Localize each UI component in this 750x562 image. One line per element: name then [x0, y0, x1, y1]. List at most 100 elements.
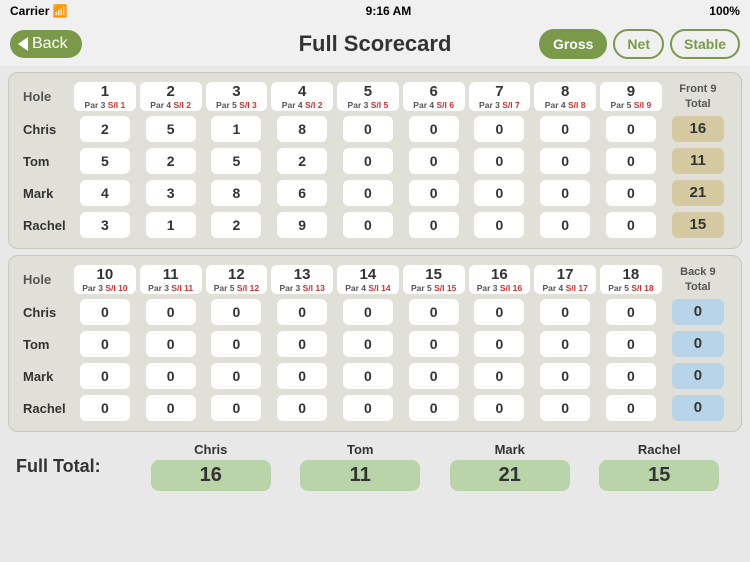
- score-cell[interactable]: 5: [73, 146, 137, 176]
- stable-button[interactable]: Stable: [670, 29, 740, 59]
- score-cell[interactable]: 0: [402, 361, 466, 391]
- score-cell[interactable]: 5: [205, 146, 269, 176]
- score-cell[interactable]: 0: [73, 329, 137, 359]
- score-cell[interactable]: 2: [270, 146, 334, 176]
- player-name: Tom: [19, 329, 71, 359]
- score-cell[interactable]: 0: [402, 297, 466, 327]
- score-cell[interactable]: 0: [336, 361, 400, 391]
- score-cell[interactable]: 0: [599, 297, 663, 327]
- score-cell[interactable]: 2: [205, 210, 269, 240]
- score-cell[interactable]: 2: [139, 146, 203, 176]
- score-cell[interactable]: 0: [139, 393, 203, 423]
- score-cell[interactable]: 0: [336, 146, 400, 176]
- total-cell: 16: [665, 114, 731, 144]
- player-name: Mark: [19, 361, 71, 391]
- score-cell[interactable]: 0: [336, 114, 400, 144]
- score-cell[interactable]: 0: [270, 393, 334, 423]
- score-cell[interactable]: 0: [533, 361, 597, 391]
- score-cell[interactable]: 0: [205, 297, 269, 327]
- score-cell[interactable]: 0: [599, 178, 663, 208]
- score-cell[interactable]: 0: [336, 393, 400, 423]
- score-cell[interactable]: 0: [270, 297, 334, 327]
- score-cell[interactable]: 0: [139, 297, 203, 327]
- score-cell[interactable]: 0: [533, 393, 597, 423]
- player-name: Chris: [19, 114, 71, 144]
- player-name: Chris: [19, 297, 71, 327]
- score-cell[interactable]: 0: [205, 393, 269, 423]
- score-cell[interactable]: 0: [533, 178, 597, 208]
- full-total-value: 15: [599, 460, 719, 491]
- score-cell[interactable]: 1: [205, 114, 269, 144]
- score-cell[interactable]: 0: [599, 361, 663, 391]
- hole-17-header: 17Par 4 S/I 17: [533, 264, 597, 295]
- total-cell: 21: [665, 178, 731, 208]
- score-cell[interactable]: 0: [336, 297, 400, 327]
- score-cell[interactable]: 0: [468, 361, 532, 391]
- score-cell[interactable]: 0: [139, 361, 203, 391]
- score-cell[interactable]: 0: [139, 329, 203, 359]
- score-cell[interactable]: 0: [402, 329, 466, 359]
- full-total-player: Rachel15: [599, 442, 719, 491]
- score-cell[interactable]: 1: [139, 210, 203, 240]
- score-cell[interactable]: 0: [270, 361, 334, 391]
- score-cell[interactable]: 0: [468, 393, 532, 423]
- back-label: Back: [32, 35, 68, 53]
- score-cell[interactable]: 0: [468, 329, 532, 359]
- score-cell[interactable]: 0: [402, 146, 466, 176]
- score-cell[interactable]: 0: [533, 329, 597, 359]
- score-cell[interactable]: 0: [402, 210, 466, 240]
- score-cell[interactable]: 6: [270, 178, 334, 208]
- score-cell[interactable]: 8: [205, 178, 269, 208]
- score-cell[interactable]: 9: [270, 210, 334, 240]
- score-cell[interactable]: 0: [205, 329, 269, 359]
- hole-10-header: 10Par 3 S/I 10: [73, 264, 137, 295]
- score-cell[interactable]: 0: [533, 114, 597, 144]
- player-row: Chris0000000000: [19, 297, 731, 327]
- score-cell[interactable]: 0: [533, 210, 597, 240]
- hole-11-header: 11Par 3 S/I 11: [139, 264, 203, 295]
- score-cell[interactable]: 3: [139, 178, 203, 208]
- score-cell[interactable]: 0: [599, 329, 663, 359]
- hole-header: Hole: [19, 81, 71, 112]
- full-total-player: Tom11: [300, 442, 420, 491]
- total-header: Back 9 Total: [665, 264, 731, 295]
- score-cell[interactable]: 0: [270, 329, 334, 359]
- score-cell[interactable]: 2: [73, 114, 137, 144]
- score-cell[interactable]: 0: [73, 361, 137, 391]
- score-cell[interactable]: 0: [336, 178, 400, 208]
- score-cell[interactable]: 3: [73, 210, 137, 240]
- score-cell[interactable]: 0: [205, 361, 269, 391]
- score-cell[interactable]: 0: [468, 297, 532, 327]
- score-cell[interactable]: 0: [336, 210, 400, 240]
- back-button[interactable]: Back: [10, 30, 82, 58]
- score-cell[interactable]: 0: [599, 114, 663, 144]
- score-cell[interactable]: 0: [599, 210, 663, 240]
- back9-section: Hole10Par 3 S/I 1011Par 3 S/I 1112Par 5 …: [8, 255, 742, 432]
- score-cell[interactable]: 5: [139, 114, 203, 144]
- score-cell[interactable]: 0: [402, 114, 466, 144]
- score-cell[interactable]: 0: [402, 393, 466, 423]
- player-name: Tom: [19, 146, 71, 176]
- score-cell[interactable]: 0: [336, 329, 400, 359]
- main-content: Hole1Par 3 S/I 12Par 4 S/I 23Par 5 S/I 3…: [0, 66, 750, 501]
- score-cell[interactable]: 0: [73, 393, 137, 423]
- full-total-player: Mark21: [450, 442, 570, 491]
- score-cell[interactable]: 0: [533, 146, 597, 176]
- full-total-player-name: Chris: [194, 442, 227, 457]
- score-cell[interactable]: 0: [468, 210, 532, 240]
- gross-button[interactable]: Gross: [539, 29, 607, 59]
- total-cell: 15: [665, 210, 731, 240]
- score-cell[interactable]: 0: [468, 178, 532, 208]
- score-cell[interactable]: 8: [270, 114, 334, 144]
- score-cell[interactable]: 0: [599, 393, 663, 423]
- score-cell[interactable]: 0: [533, 297, 597, 327]
- score-cell[interactable]: 0: [599, 146, 663, 176]
- hole-header: Hole: [19, 264, 71, 295]
- hole-14-header: 14Par 4 S/I 14: [336, 264, 400, 295]
- score-cell[interactable]: 0: [402, 178, 466, 208]
- score-cell[interactable]: 0: [468, 114, 532, 144]
- score-cell[interactable]: 0: [73, 297, 137, 327]
- score-cell[interactable]: 4: [73, 178, 137, 208]
- score-cell[interactable]: 0: [468, 146, 532, 176]
- net-button[interactable]: Net: [613, 29, 664, 59]
